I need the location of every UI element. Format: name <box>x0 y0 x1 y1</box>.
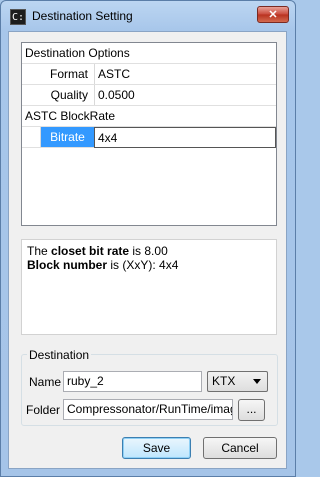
info-text: The <box>27 244 52 258</box>
property-format[interactable]: Format ASTC <box>22 64 276 85</box>
group-label: Destination Options <box>25 46 130 60</box>
property-label: Format <box>49 67 88 81</box>
bitrate-value-input[interactable]: 4x4 <box>94 127 276 148</box>
format-dropdown-value: KTX <box>212 374 236 388</box>
browse-button[interactable]: ... <box>238 399 265 421</box>
info-text-bold: closet bit rate <box>51 244 130 258</box>
close-button[interactable]: ✕ <box>257 6 289 23</box>
format-value[interactable]: ASTC <box>94 64 276 84</box>
app-icon: C: <box>10 9 26 25</box>
folder-input[interactable]: Compressonator/RunTime/images <box>63 399 233 420</box>
property-bitrate[interactable]: Bitrate 4x4 <box>22 127 276 148</box>
quality-value[interactable]: 0.0500 <box>94 85 276 105</box>
info-text: is (XxY): 4x4 <box>107 258 179 272</box>
cancel-button[interactable]: Cancel <box>203 437 277 459</box>
name-input[interactable]: ruby_2 <box>63 371 202 392</box>
close-icon: ✕ <box>268 9 278 21</box>
group-astc-blockrate[interactable]: ASTC BlockRate <box>22 106 276 127</box>
info-line-1: The closet bit rate is 8.00 <box>27 244 276 258</box>
dialog-client-area: Destination Options Format ASTC Quality … <box>8 31 287 469</box>
info-text: is 8.00 <box>129 244 168 258</box>
save-button[interactable]: Save <box>122 437 191 459</box>
info-line-2: Block number is (XxY): 4x4 <box>27 258 276 272</box>
destination-legend: Destination <box>27 348 92 362</box>
name-label: Name <box>29 375 62 389</box>
format-dropdown[interactable]: KTX <box>207 371 268 392</box>
window-title: Destination Setting <box>32 9 133 23</box>
property-grid[interactable]: Destination Options Format ASTC Quality … <box>21 42 277 226</box>
property-label: Bitrate <box>40 127 94 147</box>
info-panel: The closet bit rate is 8.00 Block number… <box>21 239 277 335</box>
info-text-bold: Block number <box>27 258 108 272</box>
group-label: ASTC BlockRate <box>25 109 116 123</box>
group-destination-options[interactable]: Destination Options <box>22 43 276 64</box>
folder-label: Folder <box>26 403 61 417</box>
title-bar[interactable]: C: Destination Setting ✕ <box>1 1 295 31</box>
property-label: Quality <box>50 88 88 102</box>
chevron-down-icon <box>253 379 261 384</box>
dialog-window: C: Destination Setting ✕ Destination Opt… <box>0 0 296 477</box>
property-quality[interactable]: Quality 0.0500 <box>22 85 276 106</box>
